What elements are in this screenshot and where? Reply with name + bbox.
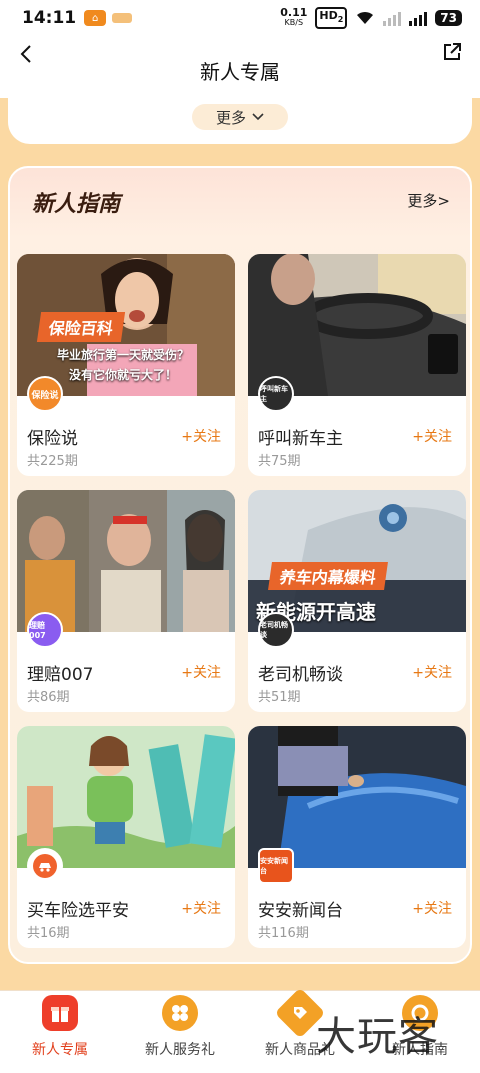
channel-thumbnail — [248, 726, 466, 868]
episode-count: 共225期 — [27, 454, 78, 469]
thumbnail-banner: 养车内幕爆料 — [268, 562, 388, 590]
app-notification-icon-2 — [112, 13, 133, 23]
channel-name: 理赔007 — [27, 665, 94, 685]
tab-newcomer-exclusive[interactable]: 新人专属 — [0, 991, 120, 1073]
status-time: 14:11 — [22, 8, 77, 28]
channel-name: 保险说 — [27, 429, 78, 449]
channel-name: 呼叫新车主 — [258, 429, 343, 449]
episode-count: 共75期 — [258, 454, 301, 469]
page-title: 新人专属 — [200, 60, 280, 84]
thumbnail-caption-2: 没有它你就亏大了！ — [69, 368, 178, 382]
nav-bar: 新人专属 — [0, 36, 480, 98]
chevron-down-icon — [252, 113, 264, 121]
channel-name: 买车险选平安 — [27, 901, 129, 921]
network-speed: 0.11 KB/S — [280, 6, 308, 27]
episode-count: 共51期 — [258, 690, 301, 705]
gift-icon — [42, 995, 78, 1031]
thumbnail-caption-1: 毕业旅行第一天就受伤？ — [57, 348, 190, 362]
hd-icon: HD2 — [315, 7, 348, 29]
channel-card[interactable]: 理赔007 理赔007 +关注 共86期 — [17, 490, 235, 712]
channel-card[interactable]: 呼叫新车主 呼叫新车主 +关注 共75期 — [248, 254, 466, 476]
signal-icon-sim2 — [409, 10, 428, 26]
channel-name: 老司机畅谈 — [258, 665, 343, 685]
channel-thumbnail — [17, 726, 235, 868]
channel-thumbnail: 养车内幕爆料 新能源开高速 — [248, 490, 466, 632]
follow-button[interactable]: +关注 — [181, 898, 221, 918]
watermark-logo: 大玩客 — [316, 1014, 439, 1060]
share-icon[interactable] — [442, 42, 464, 64]
channel-card[interactable]: 养车内幕爆料 新能源开高速 老司机畅谈 老司机畅谈 +关注 共51期 — [248, 490, 466, 712]
episode-count: 共116期 — [258, 926, 309, 941]
channel-badge: 理赔007 — [27, 612, 63, 648]
follow-button[interactable]: +关注 — [181, 426, 221, 446]
channel-name: 安安新闻台 — [258, 901, 343, 921]
thumbnail-banner: 保险百科 — [36, 312, 126, 342]
service-gift-icon — [162, 995, 198, 1031]
channel-card[interactable]: 买车险选平安 +关注 共16期 — [17, 726, 235, 948]
episode-count: 共86期 — [27, 690, 70, 705]
channel-thumbnail: 保险百科 毕业旅行第一天就受伤？ 没有它你就亏大了！ — [17, 254, 235, 396]
wifi-icon — [355, 9, 375, 28]
channel-badge: 老司机畅谈 — [258, 612, 294, 648]
follow-button[interactable]: +关注 — [181, 662, 221, 682]
section-title: 新人指南 — [32, 192, 121, 217]
tab-label: 新人专属 — [32, 1042, 88, 1058]
signal-icon-sim1 — [383, 10, 402, 26]
app-notification-icon: ⌂ — [84, 10, 107, 26]
more-button[interactable]: 更多 — [192, 104, 288, 130]
guide-more-link[interactable]: 更多> — [407, 190, 450, 211]
channel-badge: 安安新闻台 — [258, 848, 294, 884]
channel-badge: 保险说 — [27, 376, 63, 412]
channel-thumbnail — [248, 254, 466, 396]
newcomer-guide-section: 新人指南 更多> 保险百科 毕业旅行第一天就受伤？ 没有它你就亏大了！ 保险说 … — [8, 166, 472, 964]
tab-service-gift[interactable]: 新人服务礼 — [120, 991, 240, 1073]
episode-count: 共16期 — [27, 926, 70, 941]
channel-badge: 呼叫新车主 — [258, 376, 294, 412]
follow-button[interactable]: +关注 — [412, 426, 452, 446]
car-insurance-icon — [27, 848, 63, 884]
channel-card[interactable]: 保险百科 毕业旅行第一天就受伤？ 没有它你就亏大了！ 保险说 保险说 +关注 共… — [17, 254, 235, 476]
follow-button[interactable]: +关注 — [412, 662, 452, 682]
battery-icon: 73 — [435, 10, 462, 26]
channel-card[interactable]: 安安新闻台 安安新闻台 +关注 共116期 — [248, 726, 466, 948]
follow-button[interactable]: +关注 — [412, 898, 452, 918]
channel-thumbnail — [17, 490, 235, 632]
tab-label: 新人服务礼 — [145, 1042, 215, 1058]
status-bar: 14:11 ⌂ 0.11 KB/S HD2 73 — [0, 0, 480, 36]
